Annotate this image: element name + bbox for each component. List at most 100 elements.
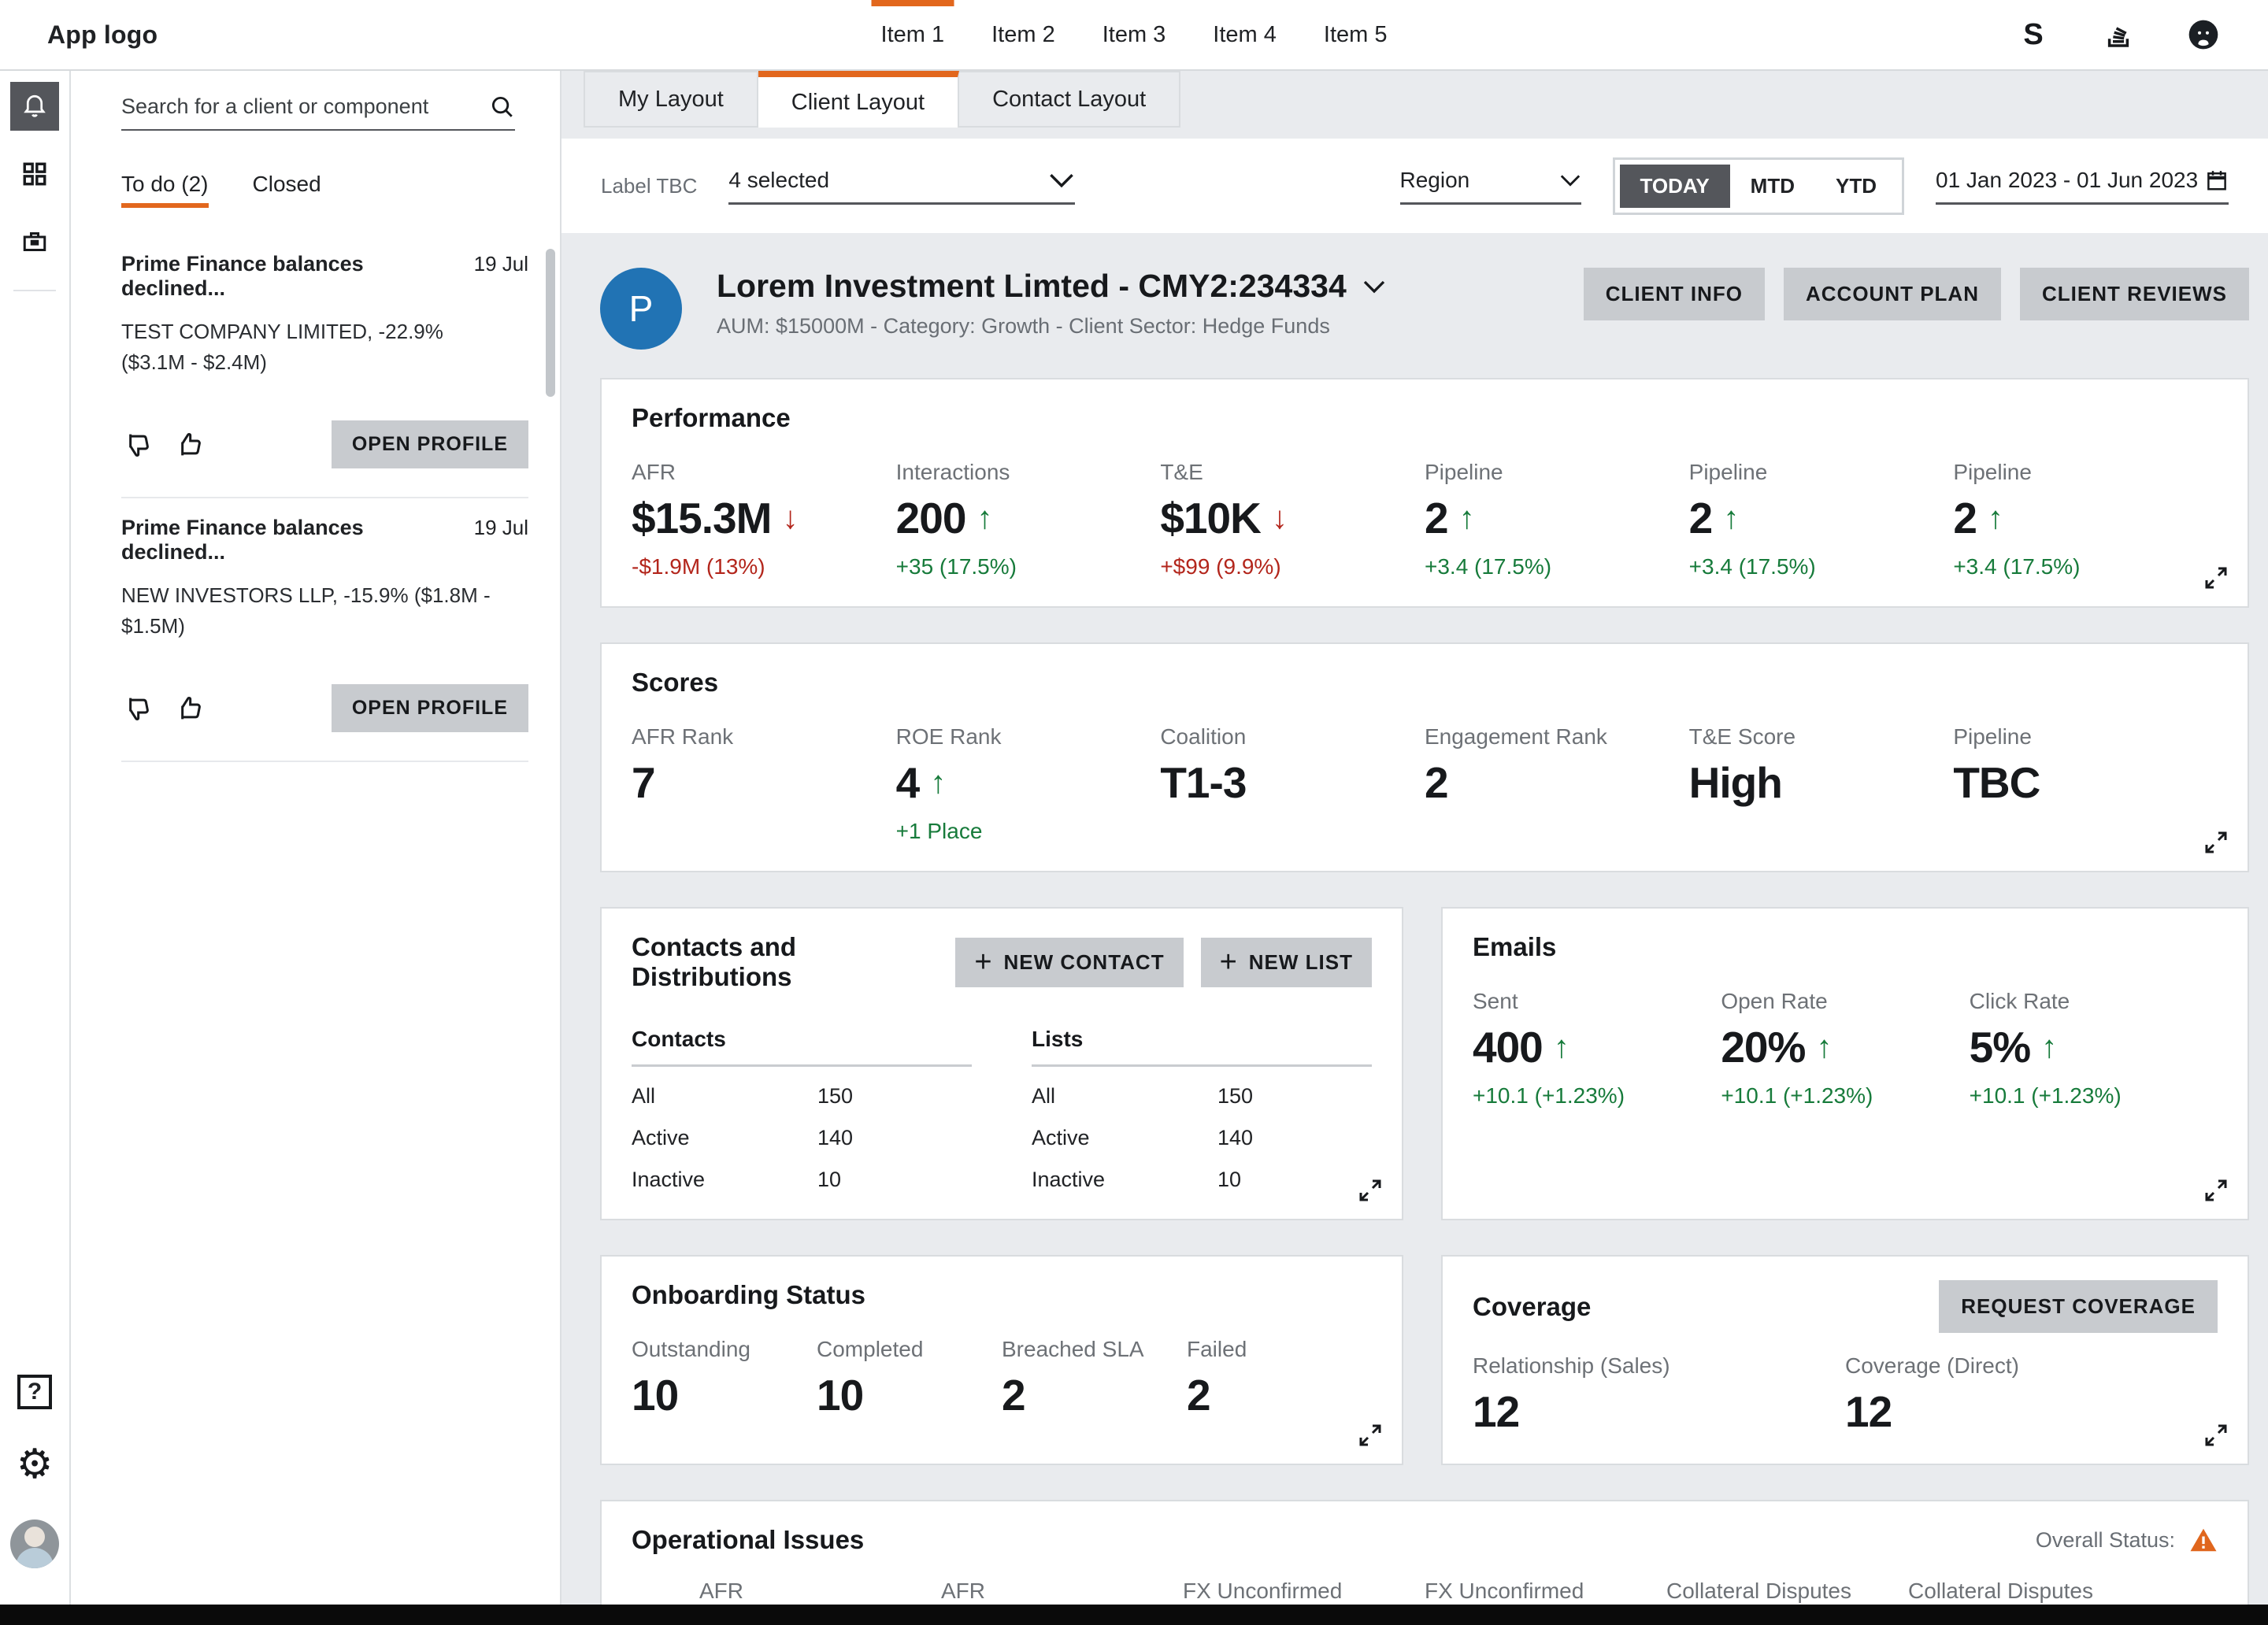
nav-item-2[interactable]: Item 2 bbox=[968, 0, 1079, 70]
github-icon[interactable] bbox=[2186, 17, 2221, 52]
metric-fx-unconfirmed: FX Unconfirmed 447 +10.1 (+1.23%) bbox=[1425, 1579, 1666, 1605]
trend-up-icon: ↑ bbox=[1988, 501, 2003, 536]
expand-icon[interactable] bbox=[2202, 1176, 2230, 1205]
top-bar: App logo Item 1 Item 2 Item 3 Item 4 Ite… bbox=[0, 0, 2268, 71]
metric-open-rate: Open Rate 20%↑ +10.1 (+1.23%) bbox=[1721, 989, 1969, 1109]
scores-card: Scores AFR Rank 7 ROE Rank 4↑ +1 Place C bbox=[600, 642, 2249, 872]
thumbs-down-icon[interactable] bbox=[121, 693, 153, 724]
table-row: Inactive10 bbox=[632, 1168, 972, 1192]
region-select[interactable]: Region bbox=[1400, 168, 1581, 205]
metric-sent: Sent 400↑ +10.1 (+1.23%) bbox=[1473, 989, 1721, 1109]
card-title: Onboarding Status bbox=[632, 1280, 1372, 1310]
apps-grid-rail-button[interactable] bbox=[10, 150, 59, 198]
metric-outstanding: Outstanding 10 bbox=[632, 1337, 817, 1420]
coverage-card: Coverage REQUEST COVERAGE Relationship (… bbox=[1441, 1255, 2249, 1465]
period-mtd[interactable]: MTD bbox=[1730, 165, 1815, 208]
client-reviews-button[interactable]: CLIENT REVIEWS bbox=[2020, 268, 2249, 320]
new-list-button[interactable]: + NEW LIST bbox=[1201, 938, 1372, 987]
client-avatar: P bbox=[600, 268, 682, 350]
filter-bar: Label TBC 4 selected Region TODAY MTD YT… bbox=[561, 139, 2268, 233]
table-row: Active140 bbox=[632, 1126, 972, 1150]
user-avatar[interactable] bbox=[10, 1520, 59, 1568]
notifications-rail-button[interactable] bbox=[10, 82, 59, 131]
card-title: Operational Issues bbox=[632, 1525, 2036, 1555]
trend-down-icon: ↓ bbox=[782, 501, 798, 536]
tab-my-layout[interactable]: My Layout bbox=[584, 71, 758, 128]
period-toggle: TODAY MTD YTD bbox=[1613, 157, 1904, 215]
help-icon[interactable]: ? bbox=[17, 1375, 52, 1409]
operational-issues-card: Operational Issues Overall Status: bbox=[600, 1500, 2249, 1605]
emails-card: Emails Sent 400↑ +10.1 (+1.23%) Open Rat… bbox=[1441, 907, 2249, 1220]
nav-item-4[interactable]: Item 4 bbox=[1189, 0, 1300, 70]
expand-icon[interactable] bbox=[1356, 1176, 1384, 1205]
icon-rail: ? ⚙ bbox=[0, 71, 71, 1605]
notification-card: Prime Finance balances declined... 19 Ju… bbox=[121, 235, 528, 498]
metric-roe-rank: ROE Rank 4↑ +1 Place bbox=[896, 724, 1161, 844]
metric-interactions: Interactions 200↑ +35 (17.5%) bbox=[896, 460, 1161, 579]
client-header: P Lorem Investment Limted - CMY2:234334 … bbox=[600, 268, 2249, 350]
bottom-bar bbox=[0, 1605, 2268, 1625]
thumbs-down-icon[interactable] bbox=[121, 429, 153, 461]
label-select[interactable]: 4 selected bbox=[728, 168, 1075, 205]
client-info-button[interactable]: CLIENT INFO bbox=[1584, 268, 1765, 320]
app-root: App logo Item 1 Item 2 Item 3 Item 4 Ite… bbox=[0, 0, 2268, 1625]
metric-engagement-rank: Engagement Rank 2 bbox=[1425, 724, 1689, 844]
period-ytd[interactable]: YTD bbox=[1815, 165, 1897, 208]
metric-te: T&E $10K↓ +$99 (9.9%) bbox=[1160, 460, 1425, 579]
app-logo: App logo bbox=[47, 20, 158, 50]
sidebar-scrollbar[interactable] bbox=[546, 249, 555, 397]
notification-title: Prime Finance balances declined... bbox=[121, 516, 461, 564]
sidebar-tabs: To do (2) Closed bbox=[121, 172, 528, 208]
account-plan-button[interactable]: ACCOUNT PLAN bbox=[1784, 268, 2001, 320]
new-contact-button[interactable]: + NEW CONTACT bbox=[955, 938, 1183, 987]
open-profile-button[interactable]: OPEN PROFILE bbox=[332, 684, 528, 732]
top-nav: Item 1 Item 2 Item 3 Item 4 Item 5 bbox=[858, 0, 1411, 70]
expand-icon[interactable] bbox=[2202, 1421, 2230, 1449]
search-field[interactable] bbox=[121, 93, 515, 131]
metric-relationship-sales: Relationship (Sales) 12 bbox=[1473, 1353, 1845, 1437]
metric-failed: Failed 2 bbox=[1187, 1337, 1372, 1420]
tab-todo[interactable]: To do (2) bbox=[121, 172, 209, 208]
search-input[interactable] bbox=[121, 94, 488, 119]
date-range-picker[interactable]: 01 Jan 2023 - 01 Jun 2023 bbox=[1936, 168, 2229, 205]
request-coverage-button[interactable]: REQUEST COVERAGE bbox=[1939, 1280, 2218, 1333]
grid-icon bbox=[21, 161, 48, 187]
expand-icon[interactable] bbox=[2202, 828, 2230, 857]
table-row: All150 bbox=[632, 1084, 972, 1109]
open-profile-button[interactable]: OPEN PROFILE bbox=[332, 420, 528, 468]
thumbs-up-icon[interactable] bbox=[173, 429, 205, 461]
nav-item-1[interactable]: Item 1 bbox=[858, 0, 969, 70]
stackoverflow-icon[interactable] bbox=[2101, 17, 2136, 52]
metric-afr: AFR $15.3M↓ -$1.9M (13%) bbox=[632, 460, 896, 579]
rail-divider bbox=[13, 290, 56, 291]
tab-client-layout[interactable]: Client Layout bbox=[758, 71, 959, 128]
warning-icon bbox=[2189, 1526, 2218, 1554]
thumbs-up-icon[interactable] bbox=[173, 693, 205, 724]
card-title: Emails bbox=[1473, 932, 2218, 962]
period-today[interactable]: TODAY bbox=[1620, 165, 1730, 208]
tab-contact-layout[interactable]: Contact Layout bbox=[959, 71, 1180, 128]
performance-card: Performance AFR $15.3M↓ -$1.9M (13%) Int… bbox=[600, 378, 2249, 608]
nav-item-3[interactable]: Item 3 bbox=[1079, 0, 1190, 70]
client-name-dropdown[interactable]: Lorem Investment Limted - CMY2:234334 bbox=[717, 268, 1386, 305]
nav-item-5[interactable]: Item 5 bbox=[1300, 0, 1411, 70]
notification-body: TEST COMPANY LIMITED, -22.9% ($3.1M - $2… bbox=[121, 316, 499, 378]
tab-closed[interactable]: Closed bbox=[253, 172, 321, 208]
trend-up-icon: ↑ bbox=[2041, 1030, 2057, 1065]
expand-icon[interactable] bbox=[1356, 1421, 1384, 1449]
notifications-sidebar: To do (2) Closed Prime Finance balances … bbox=[71, 71, 561, 1605]
metric-pipeline: Pipeline 2↑ +3.4 (17.5%) bbox=[1689, 460, 1954, 579]
metric-pipeline-score: Pipeline TBC bbox=[1953, 724, 2218, 844]
trend-up-icon: ↑ bbox=[930, 765, 946, 801]
briefcase-rail-button[interactable] bbox=[10, 217, 59, 266]
trend-up-icon: ↑ bbox=[1554, 1030, 1569, 1065]
s-brand-icon[interactable]: S bbox=[2016, 17, 2051, 52]
metric-completed: Completed 10 bbox=[817, 1337, 1002, 1420]
bell-icon bbox=[20, 92, 49, 120]
metric-pipeline: Pipeline 2↑ +3.4 (17.5%) bbox=[1953, 460, 2218, 579]
expand-icon[interactable] bbox=[2202, 564, 2230, 592]
settings-gear-icon[interactable]: ⚙ bbox=[17, 1444, 54, 1485]
overall-status-label: Overall Status: bbox=[2036, 1528, 2175, 1553]
metric-collateral-disputes: Collateral Disputes 424 +10.1 (+1.23%) bbox=[1666, 1579, 1908, 1605]
contacts-table: Contacts All150 Active140 Inactive10 bbox=[632, 1027, 972, 1192]
